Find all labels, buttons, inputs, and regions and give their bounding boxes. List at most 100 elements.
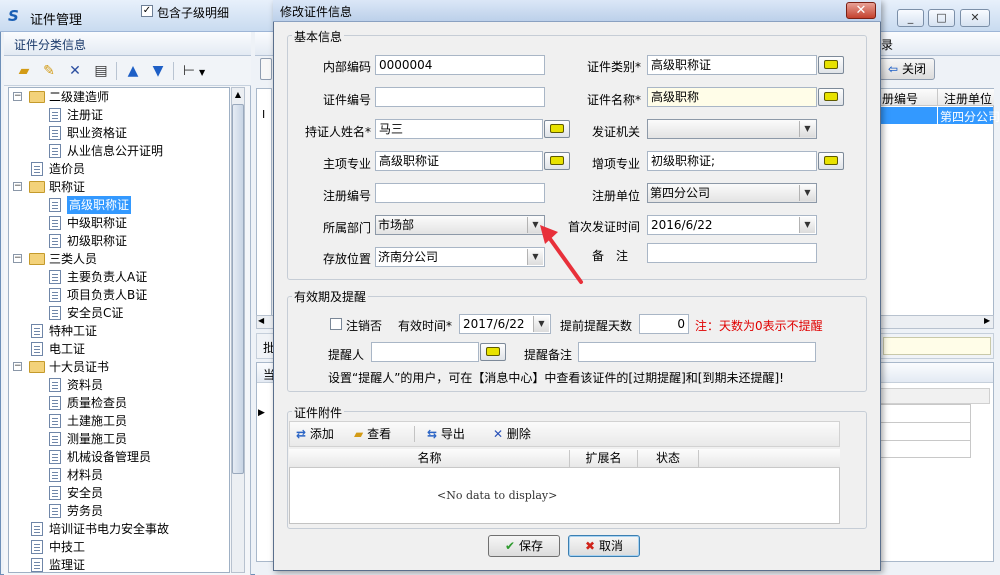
tree-leaf-node[interactable]: 材料员 <box>9 466 229 484</box>
tree-leaf-node[interactable]: 初级职称证 <box>9 232 229 250</box>
tree-leaf-node[interactable]: 资料员 <box>9 376 229 394</box>
attach-add-button[interactable]: ⇄ 添加 <box>296 425 334 443</box>
dialog-close-button[interactable]: ✕ <box>846 2 876 19</box>
add-folder-icon[interactable]: ▰ <box>15 62 33 80</box>
maximize-button[interactable]: □ <box>928 9 955 27</box>
tree-folder-node[interactable]: − 十大员证书 <box>9 358 229 376</box>
add-icon: ⇄ <box>296 427 307 441</box>
cert-name-input[interactable]: 高级职称 <box>647 87 817 107</box>
main-close-button[interactable]: ✕ <box>960 9 990 27</box>
chevron-down-icon[interactable]: ▼ <box>199 68 205 77</box>
tree-leaf-node[interactable]: 劳务员 <box>9 502 229 520</box>
save-button[interactable]: ✔ 保存 <box>488 535 560 557</box>
tree-leaf-node[interactable]: 安全员C证 <box>9 304 229 322</box>
reminder-picker-button[interactable] <box>480 343 506 361</box>
move-down-icon[interactable]: ▼ <box>149 62 167 80</box>
first-issue-date-input[interactable]: 2016/6/22 ▼ <box>647 215 817 235</box>
internal-code-input[interactable]: 0000004 <box>375 55 545 75</box>
tree-leaf-node[interactable]: 土建施工员 <box>9 412 229 430</box>
col-status[interactable]: 状态 <box>638 450 699 468</box>
cert-name-picker-button[interactable] <box>818 88 844 106</box>
col-divider <box>937 107 938 124</box>
valid-time-value: 2017/6/22 <box>463 317 525 331</box>
minimize-button[interactable]: _ <box>897 9 924 27</box>
tree-leaf-node[interactable]: 职业资格证 <box>9 124 229 142</box>
batch-input[interactable] <box>883 337 991 355</box>
remark-label: 备 注 <box>592 249 629 263</box>
tree-leaf-node[interactable]: 监理证 <box>9 556 229 572</box>
collapse-icon[interactable]: − <box>13 254 22 263</box>
remind-memo-input[interactable] <box>578 342 816 362</box>
tree-node-label: 造价员 <box>49 162 86 176</box>
tree-leaf-node[interactable]: 项目负责人B证 <box>9 286 229 304</box>
tree-leaf-node[interactable]: 电工证 <box>9 340 229 358</box>
col-ext[interactable]: 扩展名 <box>570 450 638 468</box>
tree-leaf-node[interactable]: 注册证 <box>9 106 229 124</box>
cert-type-input[interactable]: 高级职称证 <box>647 55 817 75</box>
remind-days-input[interactable]: 0 <box>639 314 689 334</box>
holder-input[interactable]: 马三 <box>375 119 543 139</box>
collapse-icon[interactable]: − <box>13 362 22 371</box>
cert-no-input[interactable] <box>375 87 545 107</box>
tree-leaf-node[interactable]: 质量检查员 <box>9 394 229 412</box>
cert-type-label: 证件类别* <box>587 60 642 74</box>
tree-node-label: 监理证 <box>49 558 86 572</box>
scroll-right-icon[interactable]: ▶ <box>984 316 990 325</box>
category-panel-header: 证件分类信息 <box>4 32 251 56</box>
chevron-down-icon[interactable]: ▼ <box>533 316 549 332</box>
close-list-button[interactable]: ⇦ 关闭 <box>879 58 935 80</box>
tree-folder-node[interactable]: − 三类人员 <box>9 250 229 268</box>
chevron-down-icon[interactable]: ▼ <box>799 217 815 233</box>
delete-icon[interactable]: ✕ <box>66 62 84 80</box>
col-reg-unit: 注册单位 <box>944 92 993 106</box>
properties-icon[interactable]: ▤ <box>92 62 110 80</box>
valid-time-input[interactable]: 2017/6/22 ▼ <box>459 314 551 334</box>
cancel-checkbox[interactable] <box>330 318 342 330</box>
cancel-button[interactable]: ✖ 取消 <box>568 535 640 557</box>
tree-leaf-node[interactable]: 高级职称证 <box>9 196 229 214</box>
remark-input[interactable] <box>647 243 817 263</box>
toolbar-fragment <box>260 58 272 80</box>
collapse-icon[interactable]: − <box>13 92 22 101</box>
extra-major-picker-button[interactable] <box>818 152 844 170</box>
scroll-up-icon[interactable]: ▲ <box>232 88 244 102</box>
move-up-icon[interactable]: ▲ <box>124 62 142 80</box>
holder-picker-button[interactable] <box>544 120 570 138</box>
tree-layout-icon[interactable]: ⊢ <box>180 62 198 80</box>
tree-leaf-node[interactable]: 机械设备管理员 <box>9 448 229 466</box>
open-folder-icon: ▰ <box>354 427 364 441</box>
attach-view-button[interactable]: ▰ 查看 <box>354 425 391 443</box>
reg-no-input[interactable] <box>375 183 545 203</box>
extra-major-input[interactable]: 初级职称证; <box>647 151 817 171</box>
tree-leaf-node[interactable]: 培训证书电力安全事故 <box>9 520 229 538</box>
tree-leaf-node[interactable]: 中技工 <box>9 538 229 556</box>
tree-leaf-node[interactable]: 中级职称证 <box>9 214 229 232</box>
attach-delete-button[interactable]: ✕ 删除 <box>493 425 531 443</box>
include-sub-checkbox[interactable]: ✓ <box>141 5 153 17</box>
tree-leaf-node[interactable]: 主要负责人A证 <box>9 268 229 286</box>
tree-folder-node[interactable]: − 职称证 <box>9 178 229 196</box>
edit-folder-icon[interactable]: ✎ <box>40 62 58 80</box>
major-picker-button[interactable] <box>544 152 570 170</box>
tree-leaf-node[interactable]: 安全员 <box>9 484 229 502</box>
scroll-left-icon[interactable]: ◀ <box>258 316 264 325</box>
reminder-hint: 设置“提醒人”的用户，可在【消息中心】中查看该证件的[过期提醒]和[到期未还提醒… <box>328 371 784 385</box>
major-input[interactable]: 高级职称证 <box>375 151 543 171</box>
reminder-input[interactable] <box>371 342 479 362</box>
attach-export-button[interactable]: ⇆ 导出 <box>427 425 465 443</box>
app-logo-icon: S <box>8 7 19 25</box>
tree-leaf-node[interactable]: 从业信息公开证明 <box>9 142 229 160</box>
col-name[interactable]: 名称 <box>290 450 570 468</box>
tree-scroll-thumb[interactable] <box>232 104 244 474</box>
tree-leaf-node[interactable]: 特种工证 <box>9 322 229 340</box>
tree-leaf-node[interactable]: 测量施工员 <box>9 430 229 448</box>
storage-select[interactable]: 济南分公司 ▼ <box>375 247 545 267</box>
dept-select[interactable]: 市场部 ▼ <box>375 215 545 235</box>
tree-node-label: 职业资格证 <box>67 126 128 140</box>
issuer-select[interactable]: ▼ <box>647 119 817 139</box>
tree-leaf-node[interactable]: 造价员 <box>9 160 229 178</box>
collapse-icon[interactable]: − <box>13 182 22 191</box>
reg-unit-select[interactable]: 第四分公司 ▼ <box>647 183 817 203</box>
cert-type-picker-button[interactable] <box>818 56 844 74</box>
tree-folder-node[interactable]: − 二级建造师 <box>9 88 229 106</box>
